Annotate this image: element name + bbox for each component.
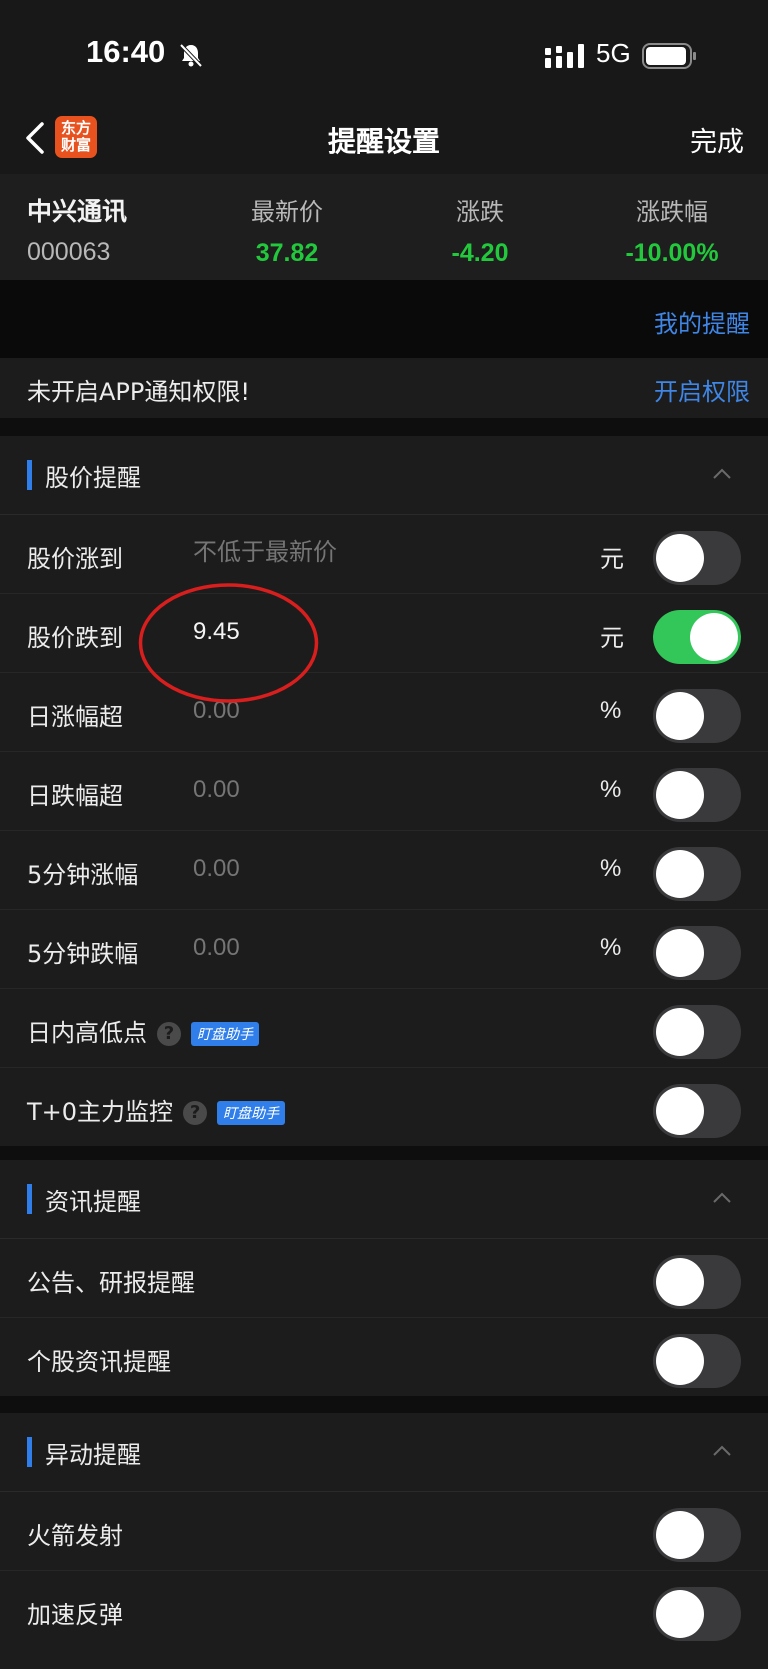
quote-col-last-price: 最新价 37.82 <box>202 192 372 268</box>
announcement-toggle[interactable] <box>653 1255 741 1309</box>
chevron-up-icon[interactable] <box>712 1443 732 1457</box>
intraday-high-low-toggle[interactable] <box>653 1005 741 1059</box>
section-header[interactable]: 资讯提醒 <box>0 1160 768 1239</box>
alert-row-t0-monitor: T+0主力监控? 盯盘助手 <box>0 1068 768 1146</box>
chevron-up-icon[interactable] <box>712 1190 732 1204</box>
alert-row-announcement: 公告、研报提醒 <box>0 1239 768 1318</box>
5min-rise-input[interactable] <box>193 855 493 883</box>
last-price-value: 37.82 <box>255 239 319 267</box>
5min-fall-input[interactable] <box>193 934 493 962</box>
alert-row-5min-rise: 5分钟涨幅 % <box>0 831 768 910</box>
price-up-input[interactable] <box>193 539 493 567</box>
daily-fall-input[interactable] <box>193 776 493 804</box>
section-accent-bar <box>27 1437 32 1467</box>
signal-icon <box>545 44 584 68</box>
status-bar: 16:40 5G <box>0 0 768 108</box>
alert-row-stock-news: 个股资讯提醒 <box>0 1318 768 1396</box>
accelerated-rebound-toggle[interactable] <box>653 1587 741 1641</box>
daily-fall-toggle[interactable] <box>653 768 741 822</box>
stock-code: 000063 <box>27 238 111 266</box>
rocket-launch-toggle[interactable] <box>653 1508 741 1562</box>
news-alert-section: 资讯提醒 公告、研报提醒 个股资讯提醒 <box>0 1160 768 1396</box>
section-accent-bar <box>27 1184 32 1214</box>
anomaly-alert-section: 异动提醒 火箭发射 加速反弹 <box>0 1413 768 1669</box>
silent-bell-icon <box>179 43 203 68</box>
stock-name: 中兴通讯 <box>27 197 128 226</box>
enable-permission-link[interactable]: 开启权限 <box>654 372 750 407</box>
help-icon[interactable]: ? <box>183 1101 208 1125</box>
section-accent-bar <box>27 460 32 490</box>
chevron-up-icon[interactable] <box>712 466 732 480</box>
notification-permission-notice: 未开启APP通知权限! 开启权限 <box>0 358 768 418</box>
help-icon[interactable]: ? <box>157 1022 181 1046</box>
stock-quote-header: 中兴通讯 000063 最新价 37.82 涨跌 -4.20 涨跌幅 -10.0… <box>0 174 768 280</box>
change-pct-value: -10.00% <box>625 239 719 267</box>
red-annotation-circle <box>138 583 319 703</box>
alert-row-price-up: 股价涨到 元 <box>0 515 768 594</box>
notice-text: 未开启APP通知权限! <box>27 378 250 406</box>
monitor-assistant-badge: 盯盘助手 <box>191 1022 259 1046</box>
my-alerts-link[interactable]: 我的提醒 <box>654 304 750 339</box>
my-alerts-bar: 我的提醒 <box>0 280 768 358</box>
section-title: 股价提醒 <box>45 464 141 492</box>
alert-row-daily-fall: 日跌幅超 % <box>0 752 768 831</box>
change-value: -4.20 <box>451 239 509 267</box>
done-button[interactable]: 完成 <box>690 120 744 159</box>
daily-rise-toggle[interactable] <box>653 689 741 743</box>
back-chevron-icon[interactable] <box>22 118 50 158</box>
alert-row-daily-rise: 日涨幅超 % <box>0 673 768 752</box>
alert-row-5min-fall: 5分钟跌幅 % <box>0 910 768 989</box>
price-up-toggle[interactable] <box>653 531 741 585</box>
5min-rise-toggle[interactable] <box>653 847 741 901</box>
price-down-toggle[interactable] <box>653 610 741 664</box>
t0-monitor-toggle[interactable] <box>653 1084 741 1138</box>
section-header[interactable]: 股价提醒 <box>0 436 768 515</box>
alert-row-rocket-launch: 火箭发射 <box>0 1492 768 1571</box>
section-header[interactable]: 异动提醒 <box>0 1413 768 1492</box>
app-logo: 东方 财富 <box>55 116 97 158</box>
alert-row-price-down: 股价跌到 9.45 元 <box>0 594 768 673</box>
quote-col-change: 涨跌 -4.20 <box>395 192 565 268</box>
page-title: 提醒设置 <box>327 125 440 158</box>
nav-bar: 东方 财富 提醒设置 完成 <box>0 108 768 174</box>
network-type: 5G <box>596 38 631 68</box>
alert-row-intraday-high-low: 日内高低点? 盯盘助手 <box>0 989 768 1068</box>
battery-icon <box>642 43 696 69</box>
alert-row-accelerated-rebound: 加速反弹 <box>0 1571 768 1649</box>
price-alert-section: 股价提醒 股价涨到 元 股价跌到 9.45 元 日涨幅超 % 日跌幅超 % 5分… <box>0 436 768 1146</box>
status-time: 16:40 <box>86 34 166 69</box>
quote-col-change-pct: 涨跌幅 -10.00% <box>587 192 757 268</box>
5min-fall-toggle[interactable] <box>653 926 741 980</box>
stock-news-toggle[interactable] <box>653 1334 741 1388</box>
section-title: 异动提醒 <box>45 1441 141 1469</box>
monitor-assistant-badge: 盯盘助手 <box>217 1101 286 1125</box>
section-title: 资讯提醒 <box>45 1188 141 1216</box>
